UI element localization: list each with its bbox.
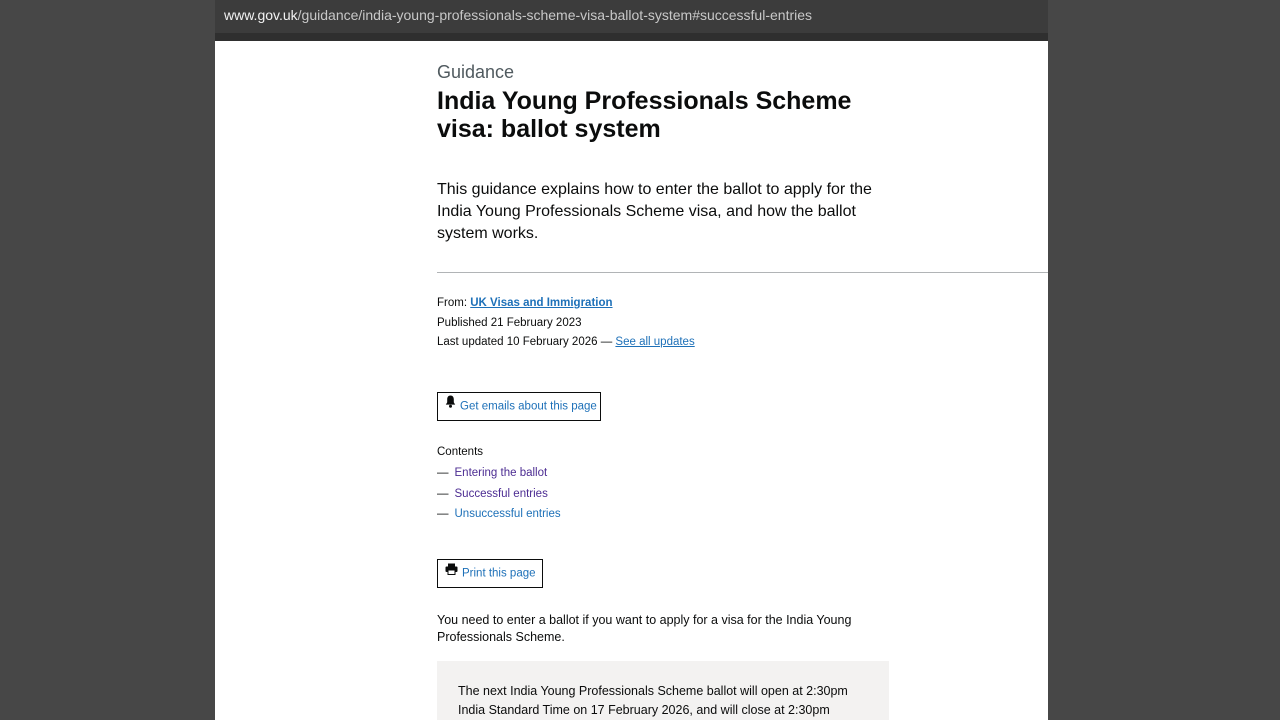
contents-item-entering: — Entering the ballot — [437, 467, 561, 488]
web-page: Guidance India Young Professionals Schem… — [215, 41, 1048, 720]
url-path: /guidance/india-young-professionals-sche… — [297, 7, 813, 23]
contents-dash: — — [437, 508, 449, 520]
meta-published: Published 21 February 2023 — [437, 317, 582, 329]
url-domain: www.gov.uk — [224, 7, 298, 23]
ballot-notice-text: The next India Young Professionals Schem… — [458, 684, 848, 717]
meta-last-updated: Last updated 10 February 2026 — See all … — [437, 336, 695, 348]
updated-separator: — — [600, 336, 613, 348]
published-date: 21 February 2023 — [490, 317, 582, 329]
intro-paragraph: You need to enter a ballot if you want t… — [437, 613, 852, 644]
get-emails-label: Get emails about this page — [460, 400, 597, 413]
contents-link-entering-the-ballot[interactable]: Entering the ballot — [455, 467, 548, 479]
ballot-notice-callout: The next India Young Professionals Schem… — [437, 661, 889, 720]
contents-link-unsuccessful-entries[interactable]: Unsuccessful entries — [455, 508, 561, 520]
from-label: From: — [437, 297, 468, 309]
contents-item-unsuccessful: — Unsuccessful entries — [437, 508, 561, 529]
print-page-label: Print this page — [462, 567, 536, 580]
browser-top-strip — [215, 33, 1048, 41]
contents-dash: — — [437, 467, 449, 479]
contents-dash: — — [437, 487, 449, 500]
published-label: Published — [437, 317, 488, 329]
contents-link-successful-entries[interactable]: Successful entries — [455, 488, 548, 500]
bell-icon — [445, 392, 456, 419]
see-all-updates-link[interactable]: See all updates — [615, 336, 694, 348]
get-emails-button[interactable]: Get emails about this page — [437, 392, 601, 421]
printer-icon — [445, 559, 458, 586]
page-title: India Young Professionals Scheme visa: b… — [437, 87, 852, 143]
contents-heading: Contents — [437, 446, 484, 458]
contents-list: — Entering the ballot — Successful entries… — [437, 467, 561, 529]
updated-label: Last updated — [437, 336, 504, 348]
address-bar[interactable]: www.gov.uk/guidance/india-young-professi… — [215, 0, 1048, 33]
section-divider — [437, 272, 1048, 273]
page-caption: Guidance — [437, 62, 515, 82]
updated-date: 10 February 2026 — [506, 336, 598, 348]
print-page-button[interactable]: Print this page — [437, 559, 543, 588]
lead-paragraph: This guidance explains how to enter the … — [437, 181, 872, 242]
from-organisation-link[interactable]: UK Visas and Immigration — [470, 297, 612, 309]
contents-item-successful: — Successful entries — [437, 488, 561, 509]
meta-from: From: UK Visas and Immigration — [437, 297, 613, 309]
